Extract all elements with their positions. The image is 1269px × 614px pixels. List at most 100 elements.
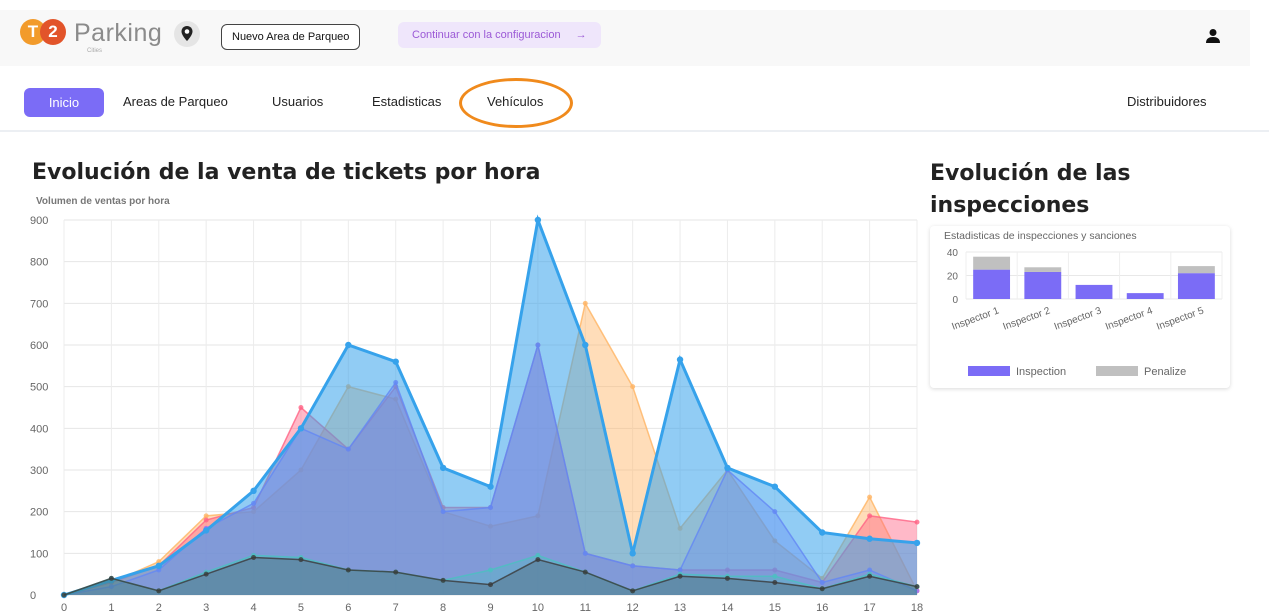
y-tick-label: 100 xyxy=(30,548,48,560)
data-point xyxy=(772,573,778,579)
x-tick-label: Inspector 5 xyxy=(1155,305,1206,332)
data-point xyxy=(392,358,399,365)
y-tick-label: 40 xyxy=(947,248,959,259)
location-pin-button[interactable] xyxy=(174,21,200,47)
data-point xyxy=(772,580,778,585)
data-point xyxy=(298,405,304,410)
data-point xyxy=(819,529,826,536)
x-tick-label: 6 xyxy=(345,602,351,612)
nav-tab-areas-de-parqueo[interactable]: Areas de Parqueo xyxy=(123,94,228,109)
y-tick-label: 0 xyxy=(952,295,958,306)
data-point xyxy=(630,588,636,594)
data-point xyxy=(724,464,731,472)
inspections-subtitle: Estadisticas de inspecciones y sanciones xyxy=(944,230,1137,242)
data-point xyxy=(488,567,493,573)
legend-label: Penalize xyxy=(1144,366,1186,378)
user-icon xyxy=(1206,29,1220,43)
bar-segment xyxy=(1177,273,1215,299)
location-pin-icon xyxy=(181,26,193,41)
x-tick-label: 3 xyxy=(203,602,209,612)
x-tick-label: 11 xyxy=(580,602,591,612)
bar-segment xyxy=(973,269,1011,299)
data-point xyxy=(108,575,114,581)
inspections-bar-chart: 02040Inspector 1 Inspector 2 Inspector 3 In… xyxy=(947,248,1223,378)
x-tick-label: 1 xyxy=(108,602,114,612)
new-parking-area-button[interactable]: Nuevo Area de Parqueo xyxy=(221,24,361,50)
y-tick-label: 600 xyxy=(30,340,48,352)
data-point xyxy=(867,494,873,500)
x-tick-label: 5 xyxy=(298,602,304,612)
x-tick-label: 15 xyxy=(769,602,781,612)
data-point xyxy=(866,535,873,542)
data-point xyxy=(676,356,684,363)
y-tick-label: 500 xyxy=(30,382,48,394)
nav-tab-distribuidores[interactable]: Distribuidores xyxy=(1127,94,1206,109)
data-point xyxy=(488,582,493,588)
y-tick-label: 700 xyxy=(30,298,48,310)
data-point xyxy=(251,555,257,560)
data-point xyxy=(867,573,873,579)
data-point xyxy=(439,464,447,472)
y-tick-label: 800 xyxy=(30,257,48,269)
brand-name: Parking xyxy=(74,19,163,47)
data-point xyxy=(534,216,542,224)
data-point xyxy=(582,341,589,349)
data-point xyxy=(819,586,825,592)
data-point xyxy=(582,300,588,306)
logo-2-badge: 2 xyxy=(40,19,66,45)
highlight-circle-annotation xyxy=(459,78,573,128)
data-point xyxy=(203,517,209,523)
data-point xyxy=(771,483,779,490)
data-point xyxy=(535,557,541,563)
data-point xyxy=(297,425,305,432)
legend-swatch xyxy=(1096,366,1138,376)
x-tick-label: 8 xyxy=(440,602,446,612)
inspections-title: Evolución de las inspecciones xyxy=(930,161,1131,218)
data-point xyxy=(202,527,210,534)
user-account-button[interactable] xyxy=(1205,28,1221,49)
data-point xyxy=(156,588,162,594)
legend-swatch xyxy=(968,366,1010,376)
x-tick-label: Inspector 4 xyxy=(1104,305,1155,332)
x-tick-label: 17 xyxy=(863,602,875,612)
data-point xyxy=(629,550,636,557)
x-tick-label: 7 xyxy=(393,602,399,612)
data-point xyxy=(61,592,67,598)
x-tick-label: 14 xyxy=(721,602,733,612)
data-point xyxy=(630,384,636,390)
x-tick-label: 9 xyxy=(487,602,493,612)
data-point xyxy=(250,487,257,495)
x-tick-label: 12 xyxy=(627,602,639,612)
data-point xyxy=(298,557,304,563)
x-tick-label: 4 xyxy=(250,602,256,612)
data-point xyxy=(203,571,209,577)
x-tick-label: 0 xyxy=(61,602,67,612)
data-point xyxy=(345,567,351,573)
data-point xyxy=(914,584,920,590)
x-tick-label: 16 xyxy=(816,602,828,612)
bar-segment xyxy=(973,256,1011,270)
y-tick-label: 20 xyxy=(947,272,959,283)
data-point xyxy=(155,562,162,570)
brand-subtitle: Cities xyxy=(87,48,103,54)
page-title: Evolución de la venta de tickets por hor… xyxy=(32,160,541,185)
data-point xyxy=(393,569,399,575)
x-tick-label: 10 xyxy=(532,602,544,612)
arrow-right-icon: → xyxy=(575,29,587,41)
nav-tab-estadisticas[interactable]: Estadisticas xyxy=(372,94,441,109)
continue-configuration-button[interactable]: Continuar con la configuracion → xyxy=(398,22,601,48)
bar-segment xyxy=(1126,293,1164,299)
nav-tab-usuarios[interactable]: Usuarios xyxy=(272,94,323,109)
y-tick-label: 300 xyxy=(30,465,48,477)
x-tick-label: Inspector 1 xyxy=(950,305,1001,332)
data-point xyxy=(914,519,920,525)
data-point xyxy=(724,575,730,581)
bar-segment xyxy=(1024,271,1062,299)
ticket-sales-chart: 01002003004005006007008009000 1 2 3 4 5 6 7 8 9 10… xyxy=(30,214,923,612)
y-tick-label: 0 xyxy=(30,590,36,602)
continue-label: Continuar con la configuracion xyxy=(412,29,561,41)
y-tick-label: 400 xyxy=(30,423,48,435)
data-point xyxy=(867,513,873,519)
nav-tab-inicio[interactable]: Inicio xyxy=(24,88,104,117)
bar-segment xyxy=(1024,267,1062,272)
